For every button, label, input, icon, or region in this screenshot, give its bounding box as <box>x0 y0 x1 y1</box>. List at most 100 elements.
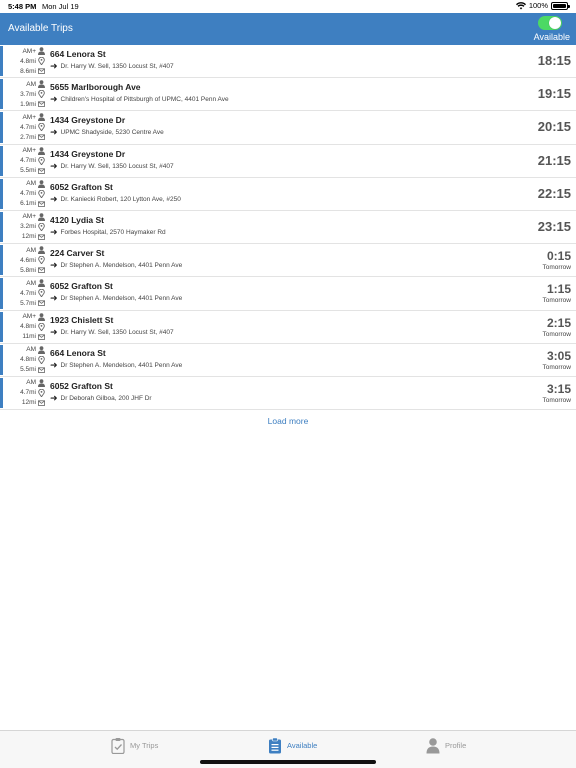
trip-destination-text: Forbes Hospital, 2570 Haymaker Rd <box>60 228 166 236</box>
envelope-icon <box>38 201 45 207</box>
trip-time: 20:15 <box>538 111 571 134</box>
location-pin-icon <box>38 156 45 165</box>
trip-destination: ➜ Dr. Harry W. Sell, 1350 Locust St, #407 <box>50 161 174 171</box>
trip-time: 3:05 Tomorrow <box>542 344 571 371</box>
wifi-icon <box>515 1 526 9</box>
tab-my-trips[interactable]: My Trips <box>111 737 158 754</box>
arrow-right-icon: ➜ <box>50 392 58 403</box>
trip-destination: ➜ Dr. Harry W. Sell, 1350 Locust St, #407 <box>50 62 174 71</box>
trip-tag: AM+ <box>22 113 36 121</box>
trip-time-value: 21:15 <box>537 152 571 168</box>
trip-pickup-address: 664 Lenora St <box>50 347 106 358</box>
person-icon <box>38 146 45 155</box>
person-icon <box>426 738 440 754</box>
trip-meta: AM 4.7mi 6.1mi <box>8 179 45 209</box>
trip-tag: AM+ <box>22 147 36 155</box>
trip-destination: ➜ Forbes Hospital, 2570 Haymaker Rd <box>50 227 166 237</box>
availability-toggle-label: Available <box>533 32 570 42</box>
trip-time-value: 1:15 <box>546 282 571 297</box>
tab-label: Profile <box>445 741 467 750</box>
trip-row[interactable]: AM 4.6mi 5.8mi 224 Carver St ➜ Dr Stephen A. … <box>0 244 576 278</box>
availability-toggle[interactable] <box>538 16 562 30</box>
trip-pickup-address: 6052 Grafton St <box>50 380 113 391</box>
trip-status-bar <box>0 145 3 176</box>
arrow-right-icon: ➜ <box>50 127 58 138</box>
trip-time: 3:15 Tomorrow <box>542 377 571 404</box>
trip-row[interactable]: AM 4.7mi 5.7mi 6052 Grafton St ➜ Dr Stephen A… <box>0 277 576 311</box>
trip-time-value: 0:15 <box>546 249 571 264</box>
trip-status-bar <box>0 344 3 375</box>
trip-pickup-distance: 4.7mi <box>20 123 36 131</box>
trip-tag: AM+ <box>22 213 36 221</box>
location-pin-icon <box>38 355 45 364</box>
trip-pickup-distance: 4.7mi <box>20 190 36 198</box>
trip-pickup-address: 6052 Grafton St <box>50 281 113 292</box>
trip-row[interactable]: AM+ 3.2mi 12mi 4120 Lydia St ➜ Forbes Hospita… <box>0 211 576 245</box>
person-icon <box>38 113 45 122</box>
trip-row[interactable]: AM+ 4.8mi 11mi 1923 Chislett St ➜ Dr. Harry W… <box>0 311 576 344</box>
nav-header: Available Trips Available <box>0 13 576 45</box>
trip-status-bar <box>0 278 3 309</box>
location-pin-icon <box>38 90 45 99</box>
trip-status-bar <box>0 79 3 110</box>
trip-meta: AM+ 4.8mi 11mi <box>8 312 45 342</box>
load-more-button[interactable]: Load more <box>0 416 576 426</box>
trip-trip-distance: 2.7mi <box>20 133 36 141</box>
trip-pickup-address: 5655 Marlborough Ave <box>50 82 141 93</box>
trip-row[interactable]: AM 3.7mi 1.9mi 5655 Marlborough Ave ➜ Childre… <box>0 78 576 112</box>
trip-destination: ➜ Dr. Kaniecki Robert, 120 Lytton Ave, #2… <box>50 193 181 204</box>
envelope-icon <box>38 333 45 340</box>
trip-destination-text: Dr. Harry W. Sell, 1350 Locust St, #407 <box>60 328 174 336</box>
tab-profile[interactable]: Profile <box>426 737 466 754</box>
trip-row[interactable]: AM+ 4.8mi 8.6mi 664 Lenora St ➜ Dr. Harry W. … <box>0 45 576 79</box>
trip-time: 23:15 <box>538 211 571 234</box>
trip-row[interactable]: AM+ 4.7mi 5.5mi 1434 Greystone Dr ➜ Dr. Harry… <box>0 145 576 178</box>
trip-trip-distance: 1.9mi <box>20 100 36 108</box>
home-indicator <box>200 760 376 764</box>
trip-time-value: 18:15 <box>537 53 571 68</box>
trip-row[interactable]: AM 4.8mi 5.5mi 664 Lenora St ➜ Dr Stephen A. … <box>0 344 576 377</box>
trip-meta: AM+ 4.7mi 2.7mi <box>8 112 45 142</box>
trip-pickup-distance: 4.7mi <box>20 289 36 297</box>
trip-list: AM+ 4.8mi 8.6mi 664 Lenora St ➜ Dr. Harry W. … <box>0 45 576 411</box>
envelope-icon <box>38 167 45 174</box>
person-icon <box>38 379 45 387</box>
trip-destination-text: Dr Stephen A. Mendelson, 4401 Penn Ave <box>60 361 183 369</box>
trip-meta: AM 4.8mi 5.5mi <box>8 345 45 375</box>
trip-status-bar <box>0 46 3 77</box>
clipboard-check-icon <box>111 738 125 754</box>
trip-trip-distance: 6.1mi <box>20 200 36 208</box>
trip-tag: AM <box>26 346 36 354</box>
trip-time-value: 3:05 <box>546 348 571 363</box>
clipboard-list-icon <box>269 737 281 754</box>
arrow-right-icon: ➜ <box>50 94 58 105</box>
trip-destination-text: Dr Stephen A. Mendelson, 4401 Penn Ave <box>60 295 183 303</box>
trip-day: Tomorrow <box>542 363 571 371</box>
person-icon <box>38 47 45 55</box>
battery-percent: 100% <box>528 1 548 10</box>
trip-pickup-address: 1923 Chislett St <box>50 314 114 325</box>
location-pin-icon <box>38 388 45 397</box>
trip-row[interactable]: AM+ 4.7mi 2.7mi 1434 Greystone Dr ➜ UPMC Shad… <box>0 111 576 145</box>
trip-destination: ➜ Dr Stephen A. Mendelson, 4401 Penn Ave <box>50 261 182 270</box>
arrow-right-icon: ➜ <box>50 193 58 204</box>
trip-pickup-distance: 4.7mi <box>20 157 36 165</box>
trip-status-bar <box>0 112 3 143</box>
arrow-right-icon: ➜ <box>50 326 58 337</box>
trip-pickup-distance: 3.2mi <box>20 223 36 231</box>
trip-tag: AM <box>26 246 36 254</box>
trip-destination-text: Dr Stephen A. Mendelson, 4401 Penn Ave <box>60 262 183 270</box>
trip-trip-distance: 5.8mi <box>20 266 36 274</box>
trip-destination: ➜ Children's Hospital of Pittsburgh of UP… <box>50 95 229 104</box>
trip-tag: AM+ <box>22 313 36 320</box>
envelope-icon <box>38 234 45 240</box>
trip-meta: AM+ 4.8mi 8.6mi <box>8 46 45 76</box>
trip-pickup-address: 224 Carver St <box>50 248 105 259</box>
trip-status-bar <box>0 311 3 342</box>
tab-available[interactable]: Available <box>268 737 317 754</box>
trip-row[interactable]: AM 4.7mi 6.1mi 6052 Grafton St ➜ Dr. Kaniecki… <box>0 178 576 211</box>
person-icon <box>38 345 45 354</box>
trip-row[interactable]: AM 4.7mi 12mi 6052 Grafton St ➜ Dr Deborah Gi… <box>0 377 576 411</box>
envelope-icon <box>38 400 45 406</box>
trip-time-value: 3:15 <box>546 381 571 396</box>
